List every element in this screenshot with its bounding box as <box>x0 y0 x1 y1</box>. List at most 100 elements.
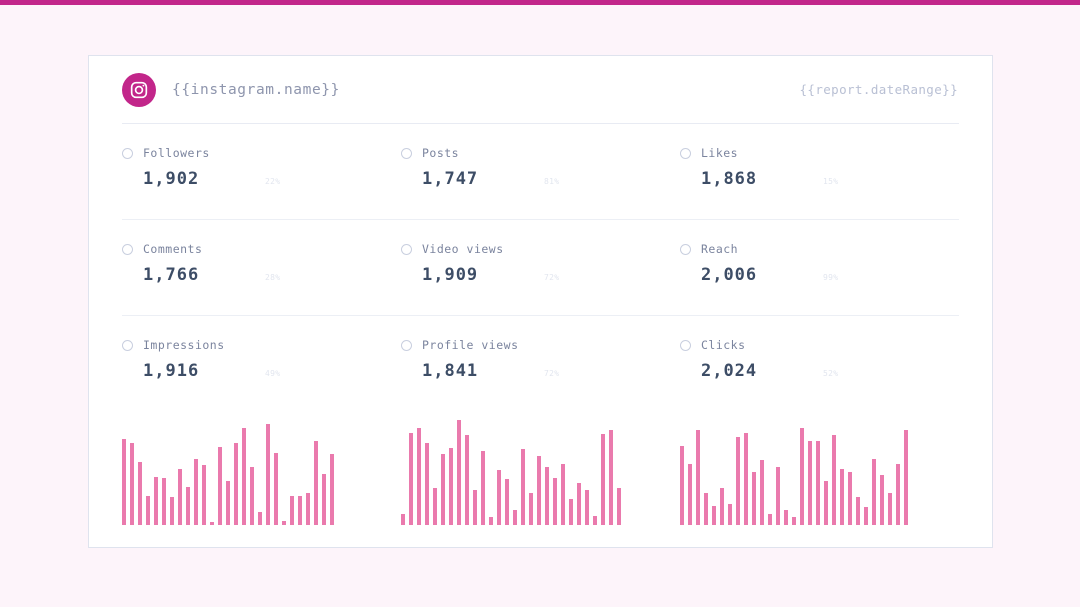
chart-bar <box>473 490 477 525</box>
chart-bar <box>441 454 445 525</box>
metric-label: Likes <box>701 146 738 160</box>
chart-bar <box>162 478 166 525</box>
chart-bar <box>521 449 525 525</box>
chart-bar <box>872 459 876 525</box>
metric-row: Impressions 1,916 49% Profile views 1,84… <box>122 316 959 404</box>
chart-bar <box>888 493 892 525</box>
circle-icon <box>122 148 133 159</box>
metric-head: Comments <box>122 242 401 256</box>
metric-clicks[interactable]: Clicks 2,024 52% <box>680 316 959 381</box>
chart-bar <box>401 514 405 525</box>
chart-bar <box>258 512 262 525</box>
chart-bar <box>529 493 533 525</box>
metric-followers[interactable]: Followers 1,902 22% <box>122 124 401 189</box>
chart-bar <box>497 470 501 525</box>
metric-row: Followers 1,902 22% Posts 1,747 81% <box>122 124 959 219</box>
chart-bar <box>609 430 613 525</box>
metric-value: 1,766 <box>143 265 265 285</box>
chart-bar <box>298 496 302 525</box>
chart-bar <box>880 475 884 525</box>
metric-percent: 22% <box>265 177 280 186</box>
metric-values: 1,766 28% <box>122 265 401 285</box>
chart-bar <box>688 464 692 525</box>
metric-label: Posts <box>422 146 459 160</box>
metric-reach[interactable]: Reach 2,006 99% <box>680 220 959 285</box>
instagram-icon <box>122 73 156 107</box>
metric-label: Impressions <box>143 338 225 352</box>
metric-percent: 99% <box>823 273 838 282</box>
bar-chart-engagement <box>401 420 680 525</box>
metric-percent: 28% <box>265 273 280 282</box>
metric-impressions[interactable]: Impressions 1,916 49% <box>122 316 401 381</box>
chart-bar <box>784 510 788 525</box>
chart-bar <box>234 443 238 525</box>
chart-bar <box>330 454 334 525</box>
metric-label: Clicks <box>701 338 746 352</box>
chart-bar <box>457 420 461 525</box>
chart-bar <box>840 469 844 525</box>
chart-bar <box>417 428 421 525</box>
chart-bar <box>760 460 764 525</box>
metric-head: Reach <box>680 242 959 256</box>
metric-head: Clicks <box>680 338 959 352</box>
circle-icon <box>680 148 691 159</box>
chart-bar <box>481 451 485 525</box>
chart-bar <box>824 481 828 525</box>
chart-bar <box>585 490 589 525</box>
chart-bar <box>465 435 469 525</box>
chart-bar <box>720 488 724 525</box>
metric-percent: 72% <box>544 369 559 378</box>
chart-bar <box>226 481 230 525</box>
chart-bar <box>122 439 126 525</box>
chart-bar <box>856 497 860 525</box>
card-header: {{instagram.name}} {{report.dateRange}} <box>89 56 992 123</box>
metric-percent: 72% <box>544 273 559 282</box>
metric-values: 1,747 81% <box>401 169 680 189</box>
chart-bar <box>178 469 182 525</box>
metric-head: Posts <box>401 146 680 160</box>
chart-bar <box>577 483 581 525</box>
metric-head: Followers <box>122 146 401 160</box>
chart-bar <box>314 441 318 525</box>
chart-bar <box>433 488 437 525</box>
metric-head: Profile views <box>401 338 680 352</box>
metric-profile-views[interactable]: Profile views 1,841 72% <box>401 316 680 381</box>
chart-bar <box>680 446 684 525</box>
chart-bar <box>242 428 246 525</box>
circle-icon <box>401 340 412 351</box>
account-name: {{instagram.name}} <box>172 82 340 98</box>
chart-bar <box>752 472 756 525</box>
chart-bar <box>792 517 796 525</box>
metric-head: Impressions <box>122 338 401 352</box>
metric-likes[interactable]: Likes 1,868 15% <box>680 124 959 189</box>
chart-bar <box>816 441 820 525</box>
metrics-grid: Followers 1,902 22% Posts 1,747 81% <box>89 124 992 404</box>
chart-bar <box>186 487 190 525</box>
metric-value: 1,909 <box>422 265 544 285</box>
circle-icon <box>401 148 412 159</box>
metric-percent: 52% <box>823 369 838 378</box>
chart-bar <box>553 478 557 525</box>
chart-bar <box>728 504 732 525</box>
metric-values: 1,909 72% <box>401 265 680 285</box>
chart-bar <box>274 453 278 525</box>
chart-bar <box>138 462 142 525</box>
chart-bar <box>776 467 780 525</box>
metric-row: Comments 1,766 28% Video views 1,909 72% <box>122 220 959 315</box>
chart-bar <box>306 493 310 525</box>
metric-label: Video views <box>422 242 504 256</box>
metric-value: 1,902 <box>143 169 265 189</box>
chart-bar <box>617 488 621 525</box>
report-date-range: {{report.dateRange}} <box>799 82 958 97</box>
metric-value: 1,841 <box>422 361 544 381</box>
metric-posts[interactable]: Posts 1,747 81% <box>401 124 680 189</box>
top-accent-bar <box>0 0 1080 5</box>
metric-value: 1,916 <box>143 361 265 381</box>
chart-bar <box>130 443 134 525</box>
metric-comments[interactable]: Comments 1,766 28% <box>122 220 401 285</box>
chart-bar <box>489 517 493 525</box>
chart-bar <box>712 506 716 525</box>
metric-video-views[interactable]: Video views 1,909 72% <box>401 220 680 285</box>
chart-bar <box>266 424 270 525</box>
metric-label: Profile views <box>422 338 519 352</box>
